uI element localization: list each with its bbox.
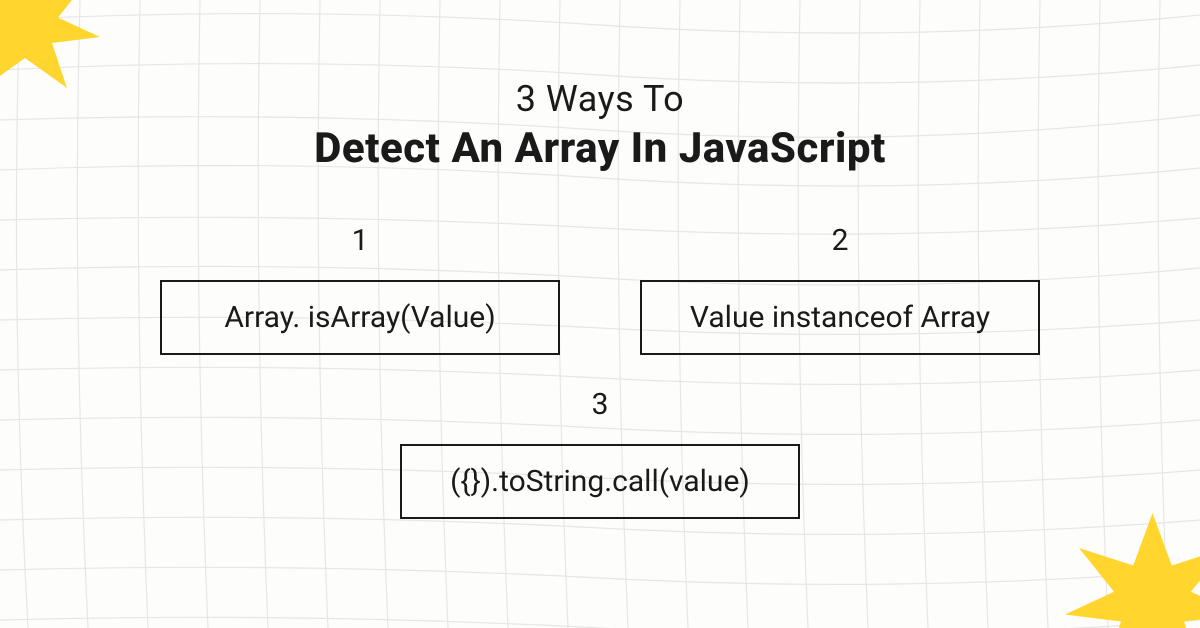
title-pre: 3 Ways To (516, 78, 684, 120)
method-code-box: ({}).toString.call(value) (400, 444, 800, 519)
method-number: 3 (592, 387, 609, 422)
slide-content: 3 Ways To Detect An Array In JavaScript … (0, 0, 1200, 628)
method-code-box: Value instanceof Array (640, 280, 1040, 355)
method-3: 3 ({}).toString.call(value) (400, 387, 800, 519)
method-1: 1 Array. isArray(Value) (160, 223, 560, 355)
method-number: 2 (832, 223, 849, 258)
method-number: 1 (352, 223, 369, 258)
method-code-box: Array. isArray(Value) (160, 280, 560, 355)
methods-row-1: 1 Array. isArray(Value) 2 Value instance… (160, 223, 1040, 355)
method-2: 2 Value instanceof Array (640, 223, 1040, 355)
title-main: Detect An Array In JavaScript (314, 124, 886, 173)
